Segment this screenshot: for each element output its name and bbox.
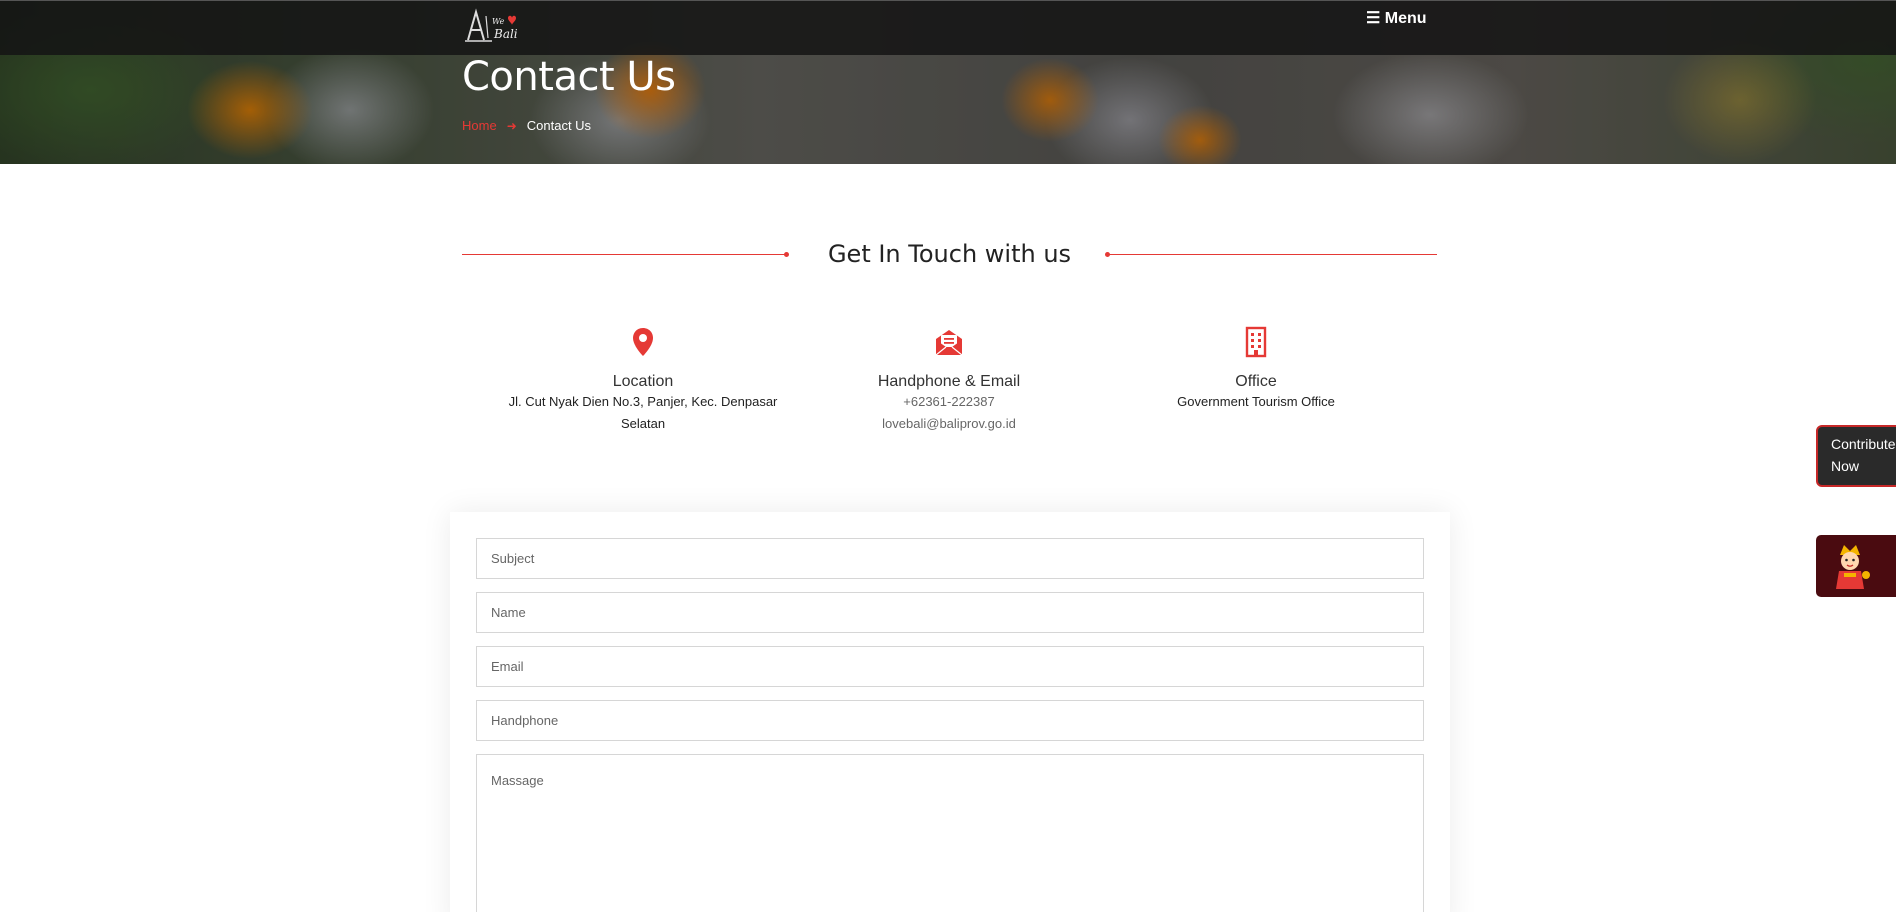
envelope-icon xyxy=(935,330,963,356)
email-input[interactable] xyxy=(476,646,1424,687)
svg-text:Bali: Bali xyxy=(493,27,518,41)
contact-phone: +62361-222387 xyxy=(903,394,995,409)
balinese-mascot-icon xyxy=(1836,545,1870,589)
contact-title: Handphone & Email xyxy=(877,373,1021,390)
building-icon xyxy=(1245,326,1267,358)
location-address: Jl. Cut Nyak Dien No.3, Panjer, Kec. Den… xyxy=(508,394,778,431)
office-info: Office Government Tourism Office xyxy=(1116,326,1396,413)
section-heading: Get In Touch with us xyxy=(462,238,1437,274)
page-title: Contact Us xyxy=(462,54,676,100)
name-input[interactable] xyxy=(476,592,1424,633)
contact-form xyxy=(450,512,1450,912)
breadcrumb-arrow-icon: ➜ xyxy=(506,118,517,133)
breadcrumb-current: Contact Us xyxy=(526,118,592,133)
office-name: Government Tourism Office xyxy=(1177,394,1335,409)
top-navbar xyxy=(0,0,1896,55)
office-title: Office xyxy=(1235,373,1277,390)
handphone-input[interactable] xyxy=(476,700,1424,741)
contribute-now-button[interactable]: Contribute Now xyxy=(1816,425,1896,487)
location-title: Location xyxy=(612,373,674,390)
map-pin-icon xyxy=(633,328,653,356)
message-textarea[interactable] xyxy=(476,754,1424,912)
mascot-chat-button[interactable] xyxy=(1816,535,1896,597)
contact-email[interactable]: lovebali@baliprov.go.id xyxy=(809,413,1089,435)
breadcrumb: Home ➜ Contact Us xyxy=(462,118,591,133)
breadcrumb-home-link[interactable]: Home xyxy=(462,118,497,133)
site-logo[interactable]: We Bali xyxy=(462,8,530,46)
contact-info: Handphone & Email +62361-222387 lovebali… xyxy=(809,326,1089,435)
location-info: Location Jl. Cut Nyak Dien No.3, Panjer,… xyxy=(503,326,783,435)
menu-button[interactable]: ☰ Menu xyxy=(1366,8,1427,28)
subject-input[interactable] xyxy=(476,538,1424,579)
divider-line-right xyxy=(1108,254,1437,255)
svg-text:We: We xyxy=(492,17,505,26)
